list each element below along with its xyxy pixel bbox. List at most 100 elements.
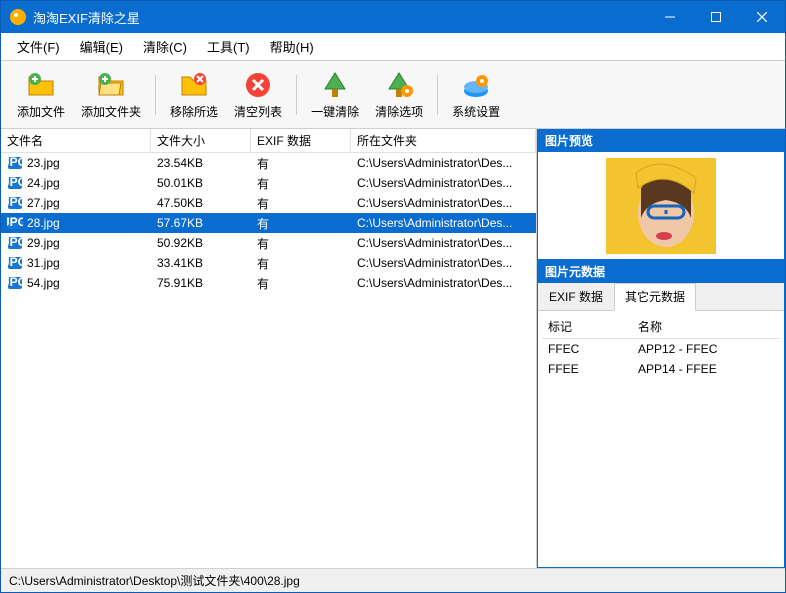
maximize-button[interactable] [693, 1, 739, 33]
metadata-header: 图片元数据 [537, 260, 785, 283]
cell-exif: 有 [251, 153, 351, 174]
metadata-columns: 标记 名称 [542, 315, 780, 339]
add-folder-icon [95, 69, 127, 101]
clear-list-button[interactable]: 清空列表 [226, 67, 290, 122]
main-area: 文件名 文件大小 EXIF 数据 所在文件夹 JPG23.jpg23.54KB有… [1, 129, 785, 568]
tab-exif-data[interactable]: EXIF 数据 [538, 283, 614, 310]
window-title: 淘淘EXIF清除之星 [33, 8, 647, 27]
cell-filename: JPG24.jpg [1, 174, 151, 192]
col-exif[interactable]: EXIF 数据 [251, 129, 351, 152]
remove-selected-button[interactable]: 移除所选 [162, 67, 226, 122]
preview-image [606, 158, 716, 254]
svg-text:JPG: JPG [7, 196, 23, 209]
meta-col-tag[interactable]: 标记 [542, 315, 632, 338]
clear-list-icon [242, 69, 274, 101]
cell-filesize: 50.01KB [151, 174, 251, 192]
menu-file[interactable]: 文件(F) [7, 33, 70, 60]
table-row[interactable]: JPG23.jpg23.54KB有C:\Users\Administrator\… [1, 153, 536, 173]
system-settings-label: 系统设置 [452, 103, 500, 120]
svg-text:JPG: JPG [7, 256, 23, 269]
right-pane: 图片预览 图片元数据 EXIF 数据 其它元数据 [537, 129, 785, 568]
cell-filename: JPG54.jpg [1, 274, 151, 292]
metadata-row[interactable]: FFECAPP12 - FFEC [542, 339, 780, 359]
menu-help[interactable]: 帮助(H) [260, 33, 324, 60]
meta-cell-name: APP12 - FFEC [632, 339, 780, 359]
table-row[interactable]: JPG29.jpg50.92KB有C:\Users\Administrator\… [1, 233, 536, 253]
jpg-file-icon: JPG [7, 276, 23, 290]
metadata-row[interactable]: FFEEAPP14 - FFEE [542, 359, 780, 379]
list-header: 文件名 文件大小 EXIF 数据 所在文件夹 [1, 129, 536, 153]
cell-filesize: 57.67KB [151, 214, 251, 232]
preview-header: 图片预览 [537, 129, 785, 152]
clear-options-icon [383, 69, 415, 101]
cell-filename: JPG23.jpg [1, 154, 151, 172]
jpg-file-icon: JPG [7, 176, 23, 190]
file-list-pane: 文件名 文件大小 EXIF 数据 所在文件夹 JPG23.jpg23.54KB有… [1, 129, 537, 568]
toolbar-separator [296, 75, 297, 115]
svg-text:JPG: JPG [7, 156, 23, 169]
meta-cell-tag: FFEE [542, 359, 632, 379]
close-button[interactable] [739, 1, 785, 33]
add-folder-label: 添加文件夹 [81, 103, 141, 120]
cell-exif: 有 [251, 253, 351, 274]
add-folder-button[interactable]: 添加文件夹 [73, 67, 149, 122]
metadata-tabs: EXIF 数据 其它元数据 [538, 283, 784, 311]
toolbar: 添加文件 添加文件夹 移除所选 清空列表 一键清除 清除选项 系统设置 [1, 61, 785, 129]
tab-other-metadata[interactable]: 其它元数据 [614, 283, 696, 311]
col-filename[interactable]: 文件名 [1, 129, 151, 152]
col-filesize[interactable]: 文件大小 [151, 129, 251, 152]
cell-exif: 有 [251, 173, 351, 194]
table-row[interactable]: JPG24.jpg50.01KB有C:\Users\Administrator\… [1, 173, 536, 193]
table-row[interactable]: JPG28.jpg57.67KB有C:\Users\Administrator\… [1, 213, 536, 233]
add-file-label: 添加文件 [17, 103, 65, 120]
system-settings-button[interactable]: 系统设置 [444, 67, 508, 122]
svg-text:JPG: JPG [7, 176, 23, 189]
meta-cell-name: APP14 - FFEE [632, 359, 780, 379]
cell-exif: 有 [251, 233, 351, 254]
preview-area [537, 152, 785, 260]
menubar: 文件(F) 编辑(E) 清除(C) 工具(T) 帮助(H) [1, 33, 785, 61]
table-row[interactable]: JPG27.jpg47.50KB有C:\Users\Administrator\… [1, 193, 536, 213]
svg-text:JPG: JPG [7, 216, 23, 229]
app-icon [9, 8, 27, 26]
meta-col-name[interactable]: 名称 [632, 315, 780, 338]
menu-clear[interactable]: 清除(C) [133, 33, 197, 60]
cell-filename: JPG29.jpg [1, 234, 151, 252]
table-row[interactable]: JPG54.jpg75.91KB有C:\Users\Administrator\… [1, 273, 536, 293]
menu-edit[interactable]: 编辑(E) [70, 33, 133, 60]
clear-options-button[interactable]: 清除选项 [367, 67, 431, 122]
cell-folder: C:\Users\Administrator\Des... [351, 234, 536, 252]
clear-options-label: 清除选项 [375, 103, 423, 120]
jpg-file-icon: JPG [7, 196, 23, 210]
cell-folder: C:\Users\Administrator\Des... [351, 214, 536, 232]
cell-filesize: 23.54KB [151, 154, 251, 172]
cell-exif: 有 [251, 193, 351, 214]
cell-folder: C:\Users\Administrator\Des... [351, 254, 536, 272]
cell-folder: C:\Users\Administrator\Des... [351, 174, 536, 192]
cell-folder: C:\Users\Administrator\Des... [351, 274, 536, 292]
cell-filename: JPG31.jpg [1, 254, 151, 272]
add-file-button[interactable]: 添加文件 [9, 67, 73, 122]
list-body[interactable]: JPG23.jpg23.54KB有C:\Users\Administrator\… [1, 153, 536, 568]
metadata-body: 标记 名称 FFECAPP12 - FFECFFEEAPP14 - FFEE [538, 311, 784, 567]
col-folder[interactable]: 所在文件夹 [351, 129, 536, 152]
cell-filesize: 75.91KB [151, 274, 251, 292]
minimize-button[interactable] [647, 1, 693, 33]
cell-filesize: 47.50KB [151, 194, 251, 212]
one-click-clear-button[interactable]: 一键清除 [303, 67, 367, 122]
cell-exif: 有 [251, 213, 351, 234]
metadata-panel: EXIF 数据 其它元数据 标记 名称 FFECAPP12 - FFECFFEE… [537, 283, 785, 568]
table-row[interactable]: JPG31.jpg33.41KB有C:\Users\Administrator\… [1, 253, 536, 273]
cell-filesize: 33.41KB [151, 254, 251, 272]
jpg-file-icon: JPG [7, 256, 23, 270]
cell-filename: JPG28.jpg [1, 214, 151, 232]
remove-selected-label: 移除所选 [170, 103, 218, 120]
one-click-clear-icon [319, 69, 351, 101]
add-file-icon [25, 69, 57, 101]
menu-tools[interactable]: 工具(T) [197, 33, 260, 60]
status-text: C:\Users\Administrator\Desktop\测试文件夹\400… [9, 572, 300, 589]
cell-filename: JPG27.jpg [1, 194, 151, 212]
meta-cell-tag: FFEC [542, 339, 632, 359]
svg-text:JPG: JPG [7, 276, 23, 289]
jpg-file-icon: JPG [7, 156, 23, 170]
